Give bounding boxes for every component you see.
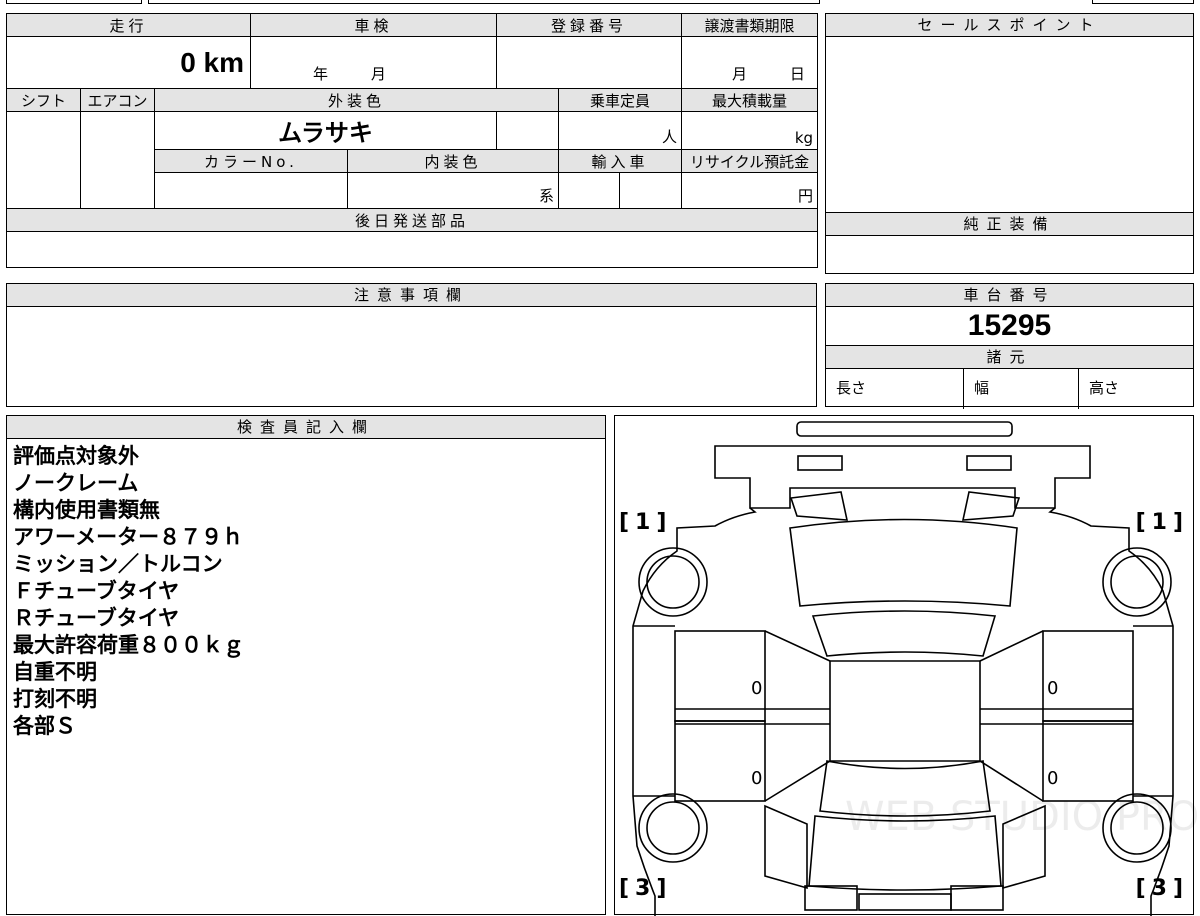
exterior-color-value: ムラサキ [153, 111, 498, 150]
import-value-b [619, 172, 683, 209]
exterior-color-header: 外装色 [153, 88, 560, 112]
deadline-month-label: 月 [732, 65, 748, 83]
recycle-header: リサイクル預託金 [681, 149, 819, 173]
later-parts-value [5, 231, 819, 268]
import-value-a [558, 172, 621, 209]
inspector-note-line: Ｆチューブタイヤ [13, 579, 180, 603]
chassis-number: 15295 [826, 307, 1193, 346]
capacity-header: 乗車定員 [558, 88, 683, 112]
vehicle-info-table: 走行 車検 登録番号 譲渡書類期限 0 km 年 月 月 日 シフト エアコン … [5, 13, 819, 268]
sales-point-title: セールスポイント [826, 14, 1193, 37]
inspector-panel: 検査員記入欄 評価点対象外 ノークレーム 構内使用書類無 アワーメーター８７９ｈ… [6, 415, 606, 915]
inspector-note-line: 評価点対象外 [13, 444, 139, 468]
import-header: 輸入車 [558, 149, 683, 173]
diagram-label-bottom-left: [3] [619, 876, 673, 901]
mileage-header: 走行 [5, 13, 252, 37]
remarks-title: 注意事項欄 [7, 284, 816, 307]
inspector-note-line: ミッション／トルコン [13, 552, 223, 576]
inspection-header: 車検 [250, 13, 497, 37]
inspector-title: 検査員記入欄 [7, 416, 605, 439]
color-no-value [153, 172, 349, 209]
chassis-title: 車台番号 [826, 284, 1193, 307]
shift-value [6, 111, 81, 209]
vehicle-diagram-panel: [1] [1] [3] [3] 0 0 0 0 WEB STUDIO PRO [614, 415, 1199, 916]
color-no-header: カラーNo. [153, 149, 349, 173]
spec-width: 幅 [964, 369, 1079, 409]
aircon-header: エアコン [80, 88, 155, 112]
specs-title: 諸元 [826, 346, 1193, 369]
interior-color-header: 内装色 [347, 149, 560, 173]
registration-value [496, 36, 683, 89]
inspector-note-line: 構内使用書類無 [13, 498, 160, 522]
max-load-header: 最大積載量 [681, 88, 819, 112]
right-upper-door-count: 0 [1047, 678, 1059, 699]
inspector-note-line: 最大許容荷重８００ｋｇ [13, 633, 244, 657]
shift-header: シフト [6, 88, 81, 112]
diagram-label-top-right: [1] [1135, 510, 1189, 535]
left-lower-door-count: 0 [751, 768, 763, 789]
spec-height: 高さ [1089, 379, 1120, 397]
exterior-color-extra [496, 111, 560, 150]
watermark: WEB STUDIO PRO [845, 794, 1200, 840]
top-cutoff-strip [6, 0, 1194, 4]
left-upper-door-count: 0 [751, 678, 763, 699]
chassis-panel: 車台番号 15295 諸元 長さ 幅 高さ [825, 283, 1194, 409]
inspector-note-line: Ｒチューブタイヤ [13, 606, 180, 630]
inspector-note-line: ノークレーム [13, 471, 139, 495]
registration-header: 登録番号 [496, 13, 683, 37]
inspector-notes: 評価点対象外 ノークレーム 構内使用書類無 アワーメーター８７９ｈ ミッション／… [7, 439, 605, 744]
later-parts-header: 後日発送部品 [5, 208, 819, 232]
vehicle-outline-diagram [632, 421, 1174, 916]
inspection-year-label: 年 [313, 65, 329, 83]
inspector-note-line: 自重不明 [13, 660, 97, 684]
genuine-equipment-title: 純正装備 [826, 213, 1193, 236]
recycle-unit: 円 [681, 172, 819, 209]
genuine-equipment-panel: 純正装備 [825, 212, 1194, 274]
sales-point-panel: セールスポイント [825, 13, 1194, 213]
inspector-note-line: 打刻不明 [13, 687, 97, 711]
max-load-unit: kg [681, 111, 819, 150]
diagram-label-top-left: [1] [619, 510, 673, 535]
inspector-note-line: 各部Ｓ [13, 714, 76, 738]
diagram-label-bottom-right: [3] [1135, 876, 1189, 901]
transfer-deadline-header: 譲渡書類期限 [681, 13, 819, 37]
remarks-panel: 注意事項欄 [6, 283, 817, 407]
right-lower-door-count: 0 [1047, 768, 1059, 789]
aircon-value [80, 111, 155, 209]
mileage-value: 0 km [5, 36, 252, 89]
capacity-unit: 人 [558, 111, 683, 150]
deadline-day-label: 日 [789, 65, 805, 83]
spec-length: 長さ [826, 369, 964, 409]
interior-suffix: 系 [347, 172, 560, 209]
inspector-note-line: アワーメーター８７９ｈ [13, 525, 244, 549]
inspection-month-label: 月 [370, 65, 386, 83]
